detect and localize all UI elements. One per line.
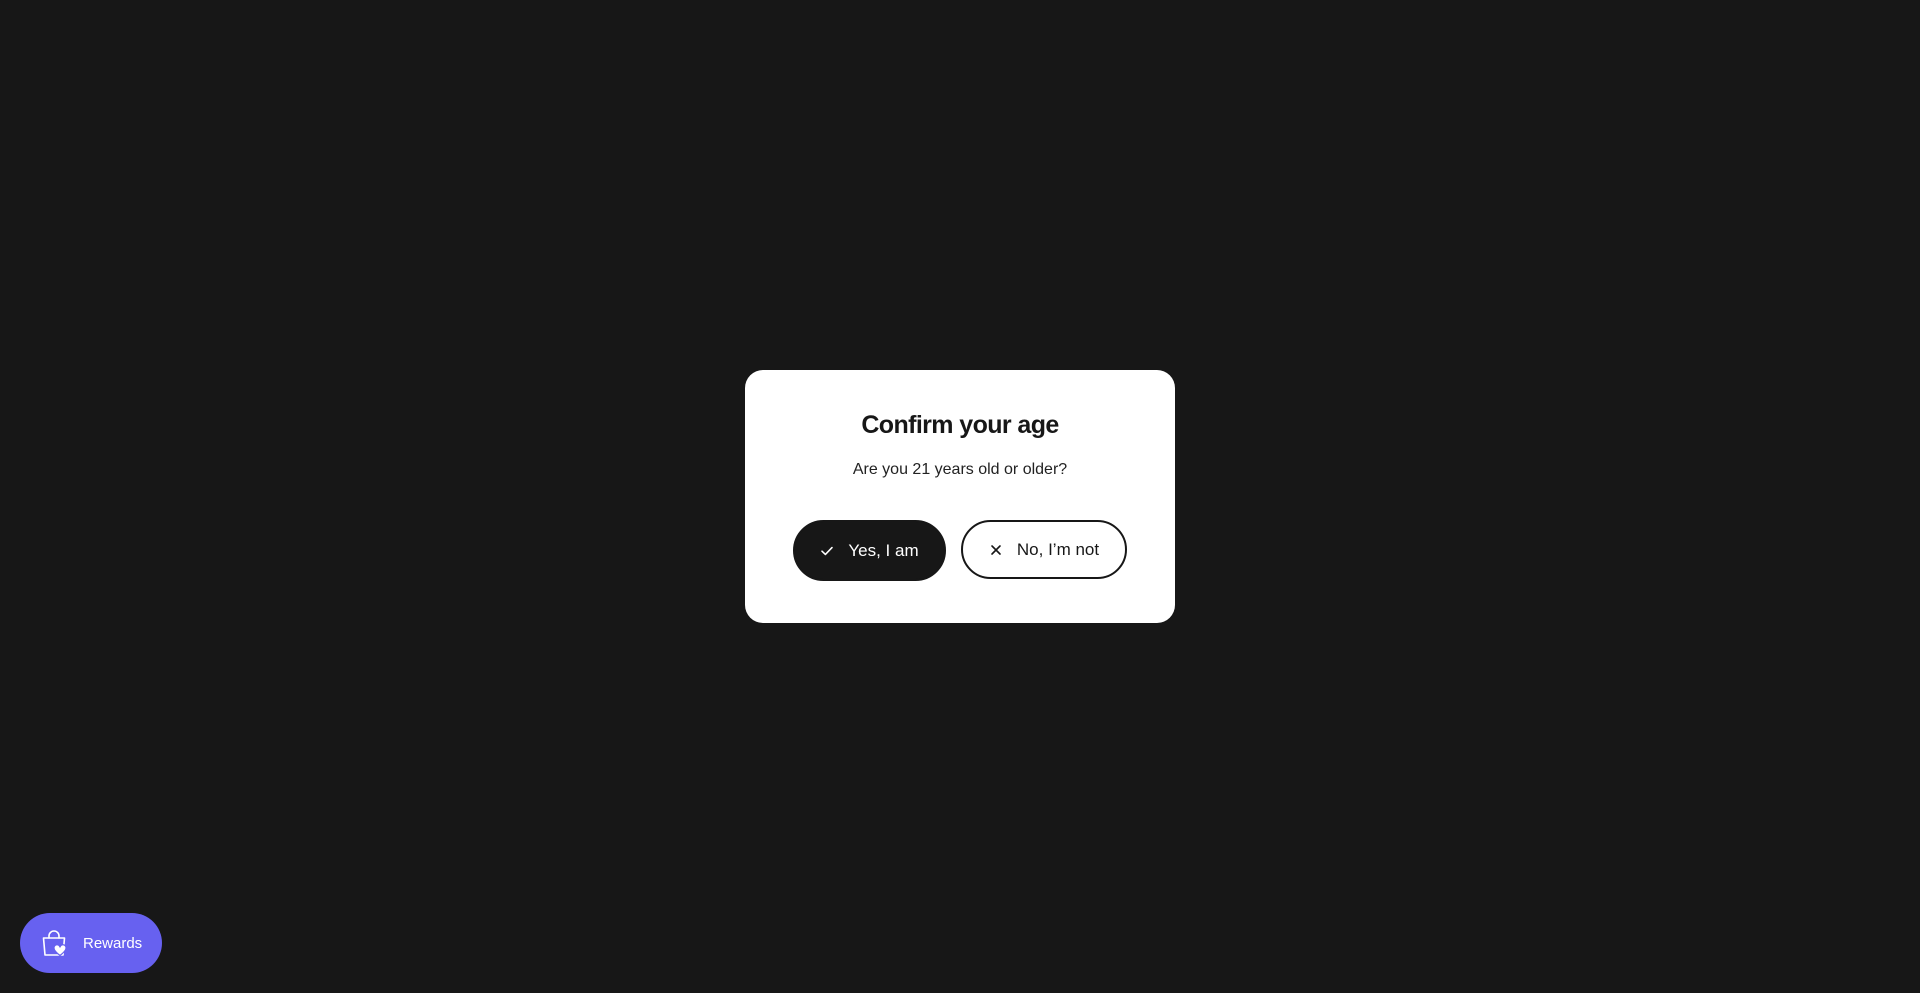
age-question: Are you 21 years old or older? (852, 461, 1068, 478)
close-icon (989, 543, 1003, 557)
age-verification-modal: Confirm your age Are you 21 years old or… (745, 370, 1175, 623)
yes-button-label: Yes, I am (848, 540, 919, 560)
no-button-label: No, I’m not (1016, 539, 1100, 559)
confirm-age-yes-button[interactable]: Yes, I am (793, 520, 946, 581)
shopping-bag-heart-icon (39, 928, 69, 958)
rewards-launcher-button[interactable]: Rewards (20, 913, 162, 973)
confirm-age-no-button[interactable]: No, I’m not (961, 520, 1127, 579)
modal-title: Confirm your age (861, 411, 1059, 439)
rewards-label: Rewards (83, 934, 143, 952)
check-icon (820, 544, 834, 558)
